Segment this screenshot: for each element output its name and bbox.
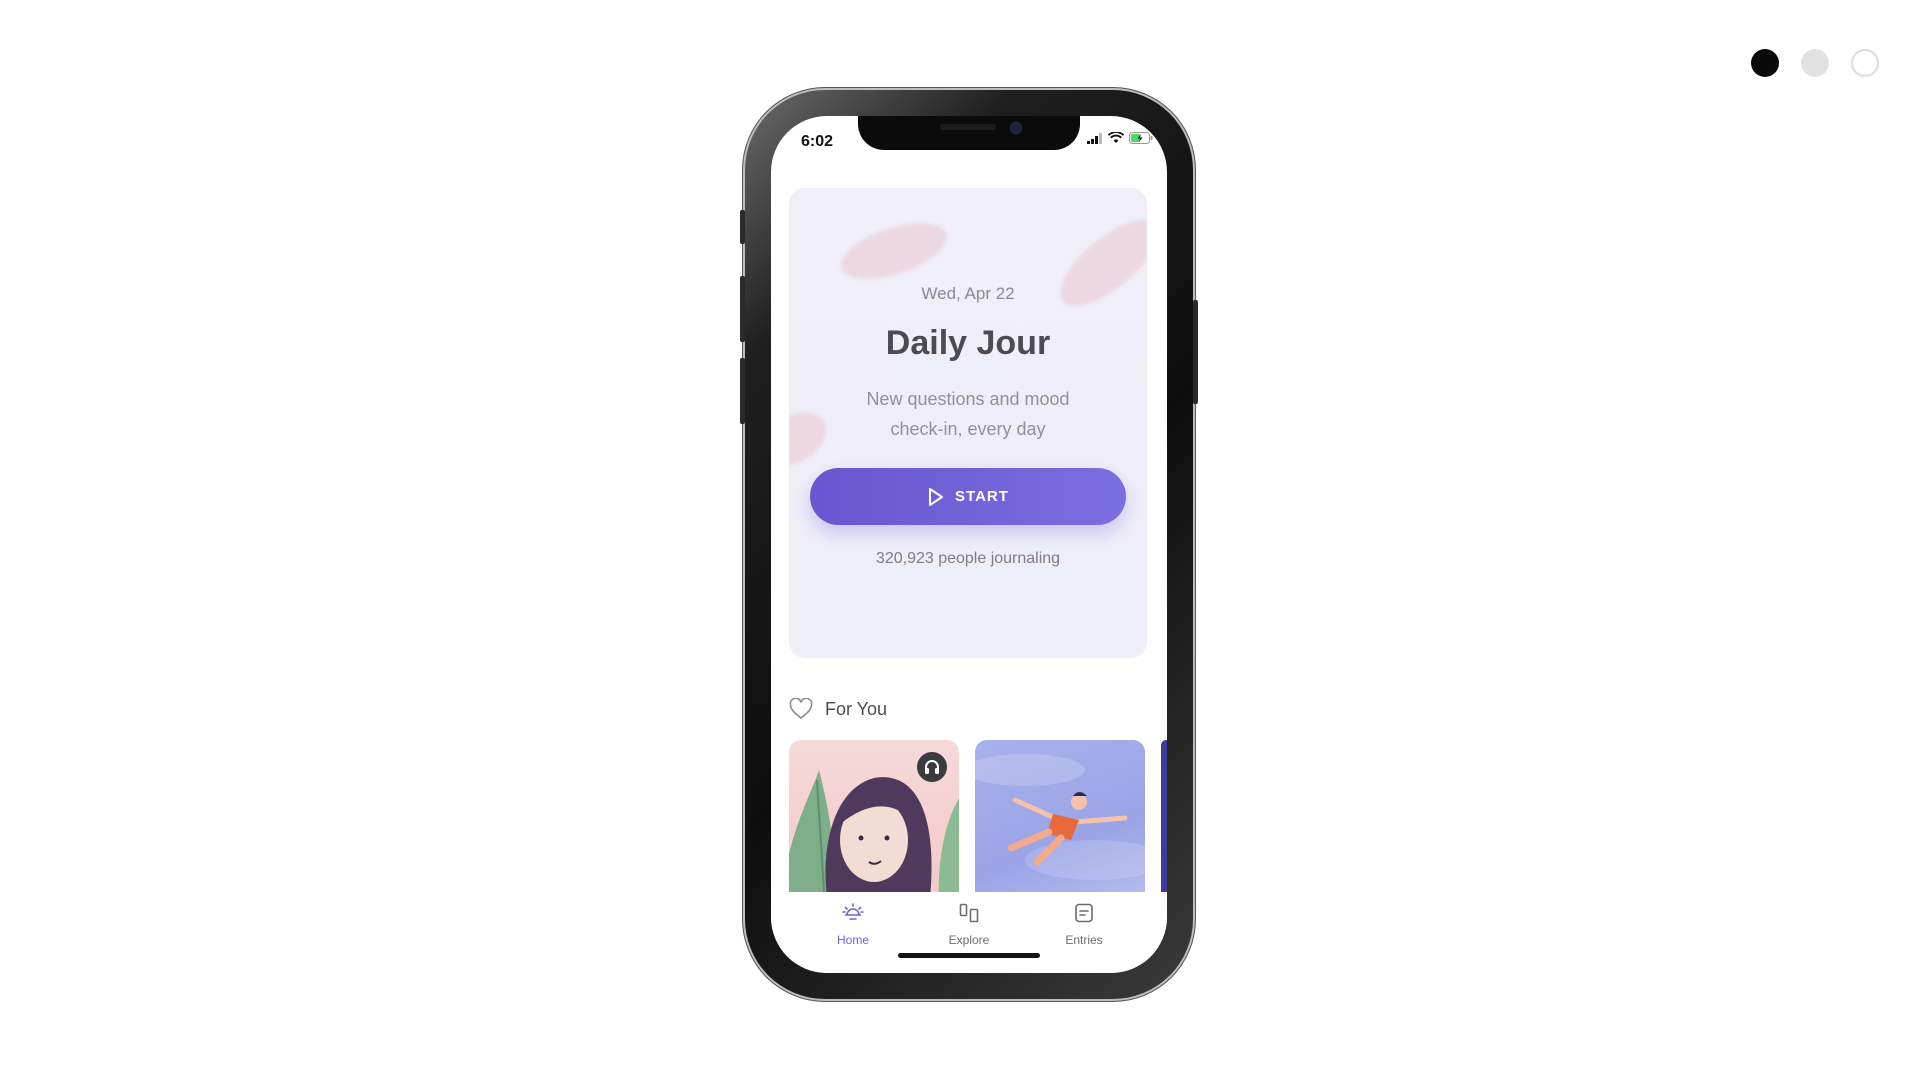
decorative-cloud xyxy=(789,401,836,477)
side-button-volume-down xyxy=(740,358,745,424)
notch xyxy=(858,116,1080,150)
for-you-header: For You xyxy=(789,698,887,720)
home-indicator[interactable] xyxy=(898,953,1040,958)
floating-man-illustration xyxy=(975,754,1145,880)
tab-entries-label: Entries xyxy=(1065,933,1103,947)
for-you-card[interactable] xyxy=(975,740,1145,908)
for-you-label: For You xyxy=(825,698,888,719)
front-camera xyxy=(1010,122,1022,134)
daily-journal-card: Wed, Apr 22 Daily Jour New questions and… xyxy=(789,188,1147,658)
tab-bar: Home Explore Entries xyxy=(771,892,1167,973)
tab-explore[interactable]: Explore xyxy=(929,902,1009,947)
swatch-silver[interactable] xyxy=(1801,49,1829,77)
journal-title: Daily Jour xyxy=(885,324,1051,362)
tab-home[interactable]: Home xyxy=(813,902,893,947)
heart-icon xyxy=(789,698,813,720)
play-icon xyxy=(929,487,944,506)
tab-entries[interactable]: Entries xyxy=(1044,902,1124,947)
headphones-badge[interactable] xyxy=(917,752,947,782)
side-button-volume-up xyxy=(740,276,745,342)
journaling-count: 320,923 people journaling xyxy=(875,550,1061,567)
side-button-power xyxy=(1193,300,1198,404)
battery-charging-icon xyxy=(1129,132,1153,144)
phone-frame: 6:02 Wed, Apr 22 Daily Jour New question… xyxy=(740,90,1198,999)
explore-icon xyxy=(959,903,979,923)
sun-icon xyxy=(842,903,864,920)
entries-icon xyxy=(1075,903,1093,923)
for-you-card[interactable] xyxy=(789,740,959,908)
start-button-label: START xyxy=(955,488,1009,505)
for-you-card[interactable] xyxy=(1161,740,1167,908)
swatch-black[interactable] xyxy=(1751,49,1779,77)
status-time: 6:02 xyxy=(801,133,834,150)
speaker-grille xyxy=(940,124,996,130)
journal-subtitle: New questions and mood check-in, every d… xyxy=(866,389,1070,439)
headphones-icon xyxy=(925,760,939,774)
tab-home-label: Home xyxy=(836,933,869,947)
start-button[interactable]: START xyxy=(810,468,1126,525)
status-icons xyxy=(1087,132,1153,144)
decorative-cloud xyxy=(834,212,954,290)
signal-icon xyxy=(1087,132,1102,144)
wifi-icon xyxy=(1108,132,1124,143)
swatch-white[interactable] xyxy=(1851,49,1879,77)
side-button-mute xyxy=(740,210,745,244)
color-swatch-group xyxy=(1751,49,1879,77)
for-you-carousel[interactable] xyxy=(789,740,1167,908)
phone-screen: 6:02 Wed, Apr 22 Daily Jour New question… xyxy=(771,116,1167,973)
tab-explore-label: Explore xyxy=(948,933,990,947)
journal-date: Wed, Apr 22 xyxy=(921,284,1015,303)
